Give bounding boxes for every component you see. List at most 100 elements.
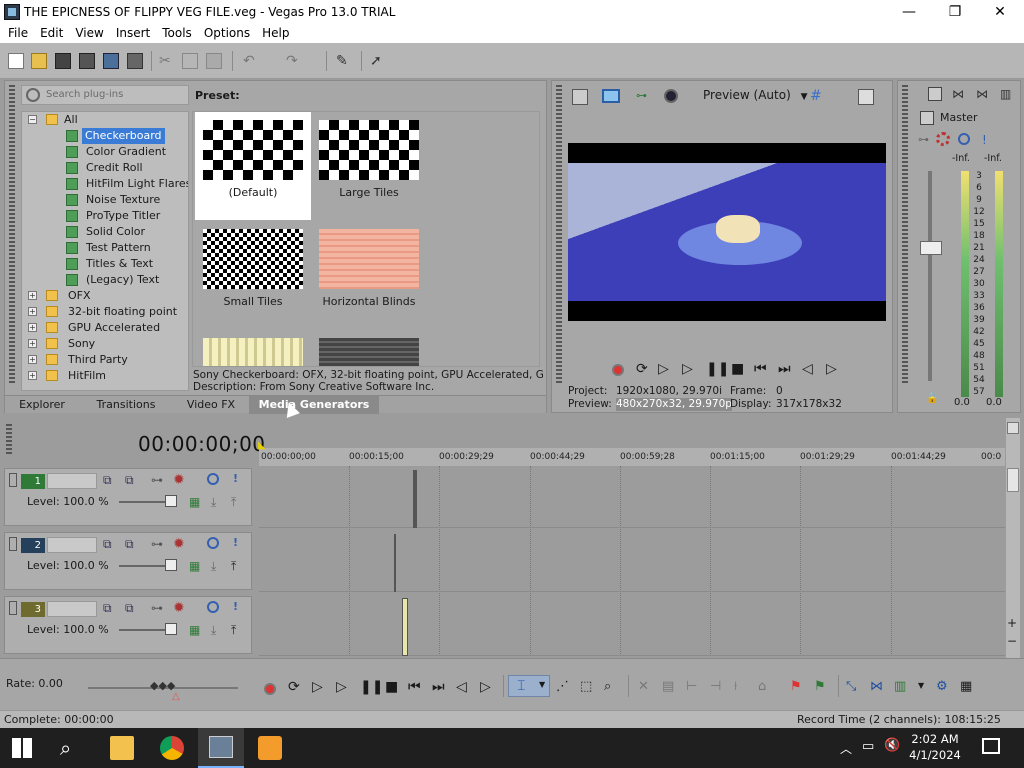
zoom-in-icon[interactable]: + [1007,616,1017,630]
expand-icon[interactable]: + [28,291,37,300]
play-icon[interactable]: ▷ [336,679,347,695]
track-fx-icon[interactable]: ✹ [173,600,185,616]
composite-icon[interactable]: ▦ [189,495,200,509]
record-icon[interactable] [264,683,276,695]
expand-icon[interactable]: + [28,355,37,364]
go-to-start-icon[interactable]: ⏮ [408,679,421,695]
mute-icon[interactable] [207,537,219,549]
delete-icon[interactable]: ✕ [638,679,649,694]
collapse-icon[interactable]: − [28,115,37,124]
record-icon[interactable] [612,364,624,376]
maximize-button[interactable]: ❐ [932,0,978,23]
overlay-icon[interactable] [664,89,678,103]
composite-icon[interactable]: ▦ [189,623,200,637]
previous-frame-icon[interactable]: ◁ [802,361,813,377]
marker-icon[interactable]: ⚑ [790,679,802,694]
search-input[interactable]: Search plug-ins [21,85,189,105]
composite-icon[interactable]: ▦ [189,559,200,573]
menu-edit[interactable]: Edit [34,26,69,40]
solo-icon[interactable]: ! [233,472,238,485]
mute-icon[interactable] [207,473,219,485]
redo-icon[interactable]: ↷ [286,53,302,69]
panel-grip[interactable] [9,85,15,385]
preset-default[interactable]: (Default) [195,112,311,220]
motion-icon[interactable]: ⊶ [151,473,163,487]
region-icon[interactable]: ⚑ [814,679,826,694]
motion-icon[interactable]: ⊶ [151,601,163,615]
track-lane-1[interactable] [259,466,1005,528]
meter-icon[interactable]: ▥ [1000,87,1014,101]
scrollbar-thumb[interactable] [1007,468,1019,492]
pause-icon[interactable]: ❚❚ [706,361,729,377]
close-button[interactable]: ✕ [977,0,1023,23]
play-from-start-icon[interactable]: ▷ [658,361,669,377]
preset-dark-blinds[interactable] [311,330,427,366]
ripple-edit-icon[interactable]: ▥ [894,679,906,694]
compositing-mode-icon[interactable]: ⧉ [103,537,112,552]
track-name-field[interactable] [47,473,97,489]
parent-track-icon[interactable]: ⧉ [125,601,134,616]
snapping-icon[interactable]: ⤡ [846,679,856,694]
cut-icon[interactable]: ✂ [159,53,175,69]
lock-icon[interactable]: ⌂ [758,679,766,694]
arrow-up-icon[interactable]: ⤒ [231,623,236,638]
network-icon[interactable]: ▭ [862,739,874,754]
menu-help[interactable]: Help [256,26,295,40]
fx-gear-icon[interactable] [936,132,950,146]
preset-vertical-blinds[interactable] [195,330,311,366]
expand-icon[interactable]: + [28,339,37,348]
fx-chain-icon[interactable]: ⊶ [918,133,929,146]
go-to-start-icon[interactable]: ⏮ [754,361,767,377]
expand-icon[interactable]: + [28,323,37,332]
expand-icon[interactable]: + [28,307,37,316]
arrow-down-icon[interactable]: ⤓ [211,559,216,574]
track-minimize-icon[interactable] [9,473,17,487]
trim-start-icon[interactable]: ⊢ [686,679,697,694]
track-fx-icon[interactable]: ✹ [173,472,185,488]
normal-edit-tool[interactable]: ⌶ ▼ [508,675,550,697]
track-name-field[interactable] [47,601,97,617]
preset-horizontal-blinds[interactable]: Horizontal Blinds [311,221,427,329]
envelope-tool-icon[interactable]: ⋰ [556,679,569,694]
parent-track-icon[interactable]: ⧉ [125,537,134,552]
menu-view[interactable]: View [69,26,109,40]
level-slider-thumb[interactable] [165,623,177,635]
panel-grip[interactable] [556,85,562,385]
paste-icon[interactable] [206,53,222,69]
chevron-down-icon[interactable]: ▼ [918,681,924,690]
expand-icon[interactable]: + [28,371,37,380]
save-as-icon[interactable] [79,53,95,69]
tab-transitions[interactable]: Transitions [79,396,173,414]
time-ruler[interactable]: 00:00:00;00 00:00:15;00 00:00:29;29 00:0… [259,448,1005,466]
open-folder-icon[interactable] [31,53,47,69]
copy-snapshot-icon[interactable] [858,89,874,105]
system-clock[interactable]: 2:02 AM 4/1/2024 [905,731,965,763]
loop-icon[interactable]: ⟳ [288,679,300,695]
minimize-button[interactable]: — [886,0,932,23]
trim-end-icon[interactable]: ⊣ [710,679,721,694]
menu-file[interactable]: File [2,26,34,40]
lock-icon[interactable]: 🔒 [926,393,938,404]
tab-video-fx[interactable]: Video FX [173,396,249,414]
preview-properties-icon[interactable] [572,89,588,105]
trim-icon[interactable]: ▤ [662,679,674,694]
track-lane-2[interactable] [259,530,1005,592]
preset-small-tiles[interactable]: Small Tiles [195,221,311,329]
motion-icon[interactable]: ⊶ [151,537,163,551]
play-from-start-icon[interactable]: ▷ [312,679,323,695]
track-minimize-icon[interactable] [9,537,17,551]
properties-icon[interactable] [127,53,143,69]
tab-explorer[interactable]: Explorer [5,396,79,414]
copy-icon[interactable] [182,53,198,69]
timeline-vertical-scrollbar[interactable]: + − [1006,418,1020,658]
panel-grip[interactable] [902,85,908,385]
external-monitor-icon[interactable] [602,89,620,103]
downmix-icon[interactable]: ⋈ [952,87,966,101]
video-event[interactable] [413,470,417,528]
windows-start-icon[interactable] [12,738,32,758]
undo-icon[interactable]: ↶ [243,53,259,69]
vegas-taskbar-button[interactable] [198,728,244,768]
play-icon[interactable]: ▷ [682,361,693,377]
solo-icon[interactable]: ! [982,133,987,147]
menu-options[interactable]: Options [198,26,256,40]
